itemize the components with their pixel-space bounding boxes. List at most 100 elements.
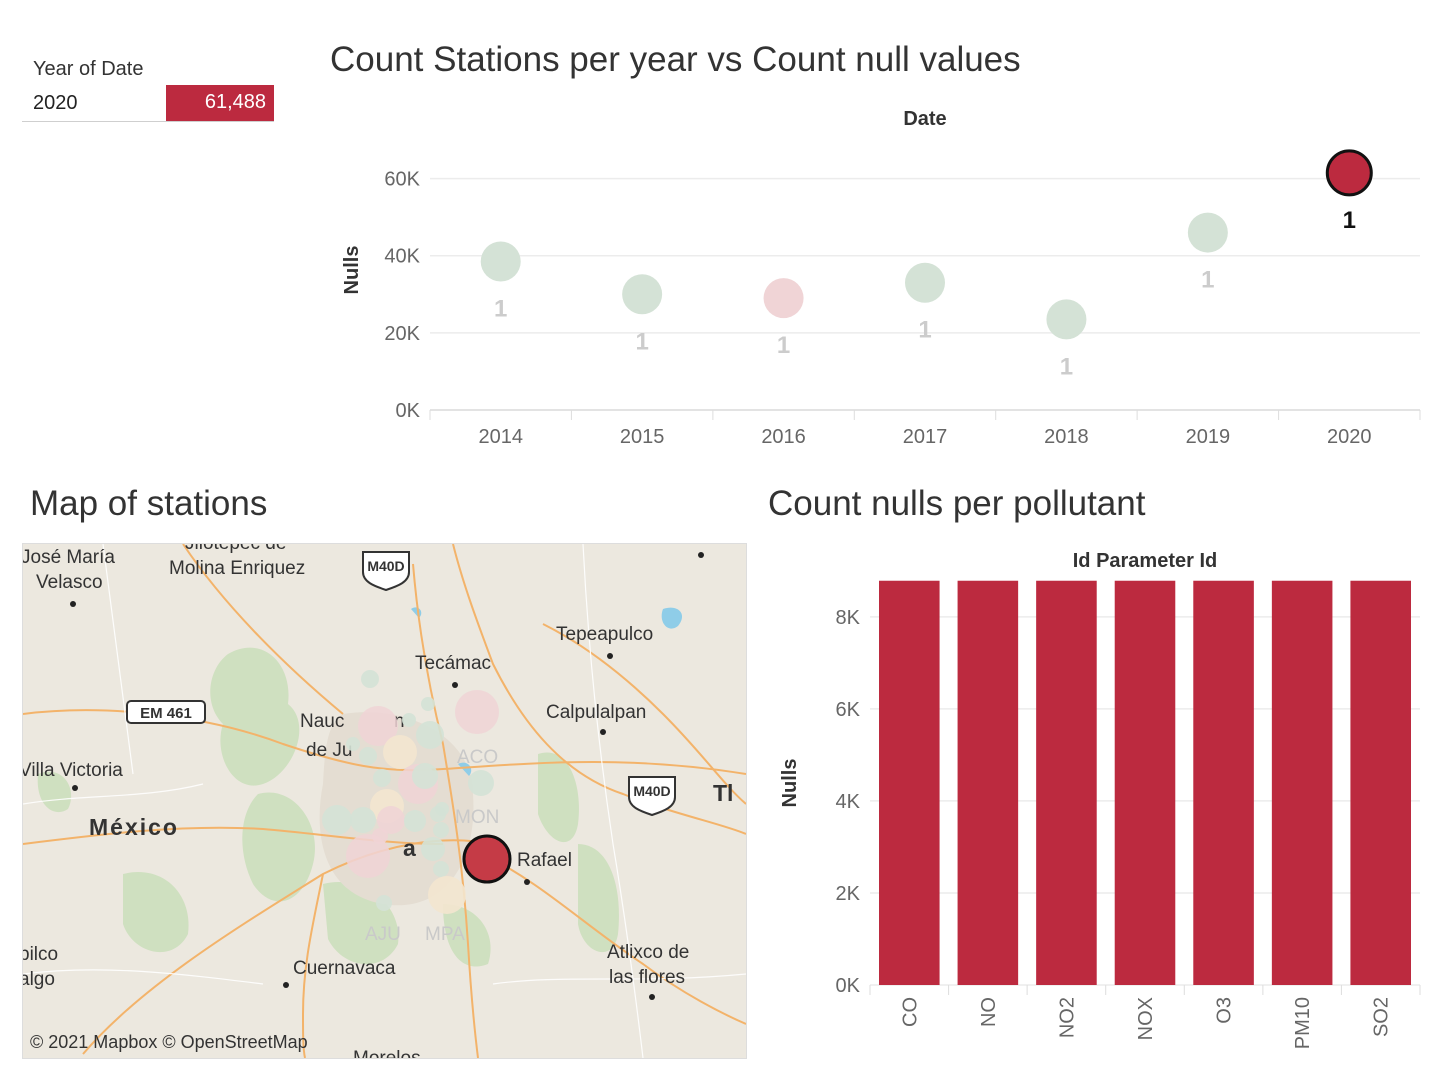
bar[interactable] — [1350, 580, 1411, 985]
place-label: México — [89, 814, 179, 840]
bar[interactable] — [1193, 580, 1254, 985]
station-marker[interactable] — [455, 690, 499, 734]
scatter-point[interactable] — [905, 262, 945, 303]
scatter-point[interactable] — [1187, 212, 1228, 253]
scatter-point[interactable] — [1046, 299, 1087, 340]
lake — [411, 607, 422, 618]
scatter-point[interactable] — [763, 278, 804, 319]
bar[interactable] — [1271, 580, 1333, 985]
y-tick-label: 4K — [836, 791, 861, 813]
scatter-point[interactable] — [1325, 149, 1373, 197]
station-marker[interactable] — [346, 834, 390, 878]
scatter-point-label: 1 — [1060, 353, 1073, 380]
x-tick-label: 2014 — [478, 426, 523, 448]
svg-text:EM 461: EM 461 — [140, 705, 192, 722]
x-tick-label: 2017 — [903, 426, 948, 448]
station-marker[interactable] — [468, 770, 494, 796]
station-label: MPA — [425, 924, 465, 945]
station-marker[interactable] — [433, 822, 449, 838]
station-marker[interactable] — [435, 802, 449, 816]
bar[interactable] — [1036, 580, 1097, 985]
vegetation-area — [578, 844, 619, 953]
station-marker[interactable] — [361, 670, 379, 688]
bars-header: Id Parameter Id — [1073, 550, 1218, 572]
scatter-title: Count Stations per year vs Count null va… — [330, 40, 1021, 79]
vegetation-area — [123, 872, 189, 953]
place-label: Villa Victoria — [23, 760, 123, 781]
station-marker[interactable] — [359, 747, 377, 765]
x-tick-label: NO2 — [1056, 997, 1078, 1038]
bar[interactable] — [879, 580, 940, 985]
place-label: Velasco — [36, 572, 103, 593]
x-tick-label: PM10 — [1292, 997, 1314, 1049]
filter-row-2020[interactable]: 2020 61,488 — [22, 85, 274, 122]
scatter-point-label: 1 — [777, 332, 790, 359]
x-tick-label: 2015 — [620, 426, 665, 448]
y-tick-label: 40K — [384, 246, 420, 268]
map-canvas[interactable]: José María Velasco Jilotepec de Molina E… — [23, 544, 746, 1058]
station-marker[interactable] — [421, 837, 445, 861]
station-marker[interactable] — [428, 876, 466, 914]
filter-row-value: 61,488 — [166, 85, 274, 121]
station-marker[interactable] — [416, 721, 444, 749]
place-label: de Ju — [306, 740, 352, 761]
place-label: algo — [23, 969, 55, 990]
place-label: pilco — [23, 944, 58, 965]
x-tick-label: 2018 — [1044, 426, 1089, 448]
station-label: AJU — [365, 924, 401, 945]
bar[interactable] — [1114, 580, 1176, 985]
x-tick-label: O3 — [1214, 997, 1236, 1024]
place-label: a — [403, 835, 416, 861]
place-label: Cuernavaca — [293, 958, 396, 979]
station-label: ACO — [457, 747, 498, 768]
y-tick-label: 20K — [384, 323, 420, 345]
station-marker[interactable] — [412, 763, 438, 789]
filter-row-label: 2020 — [33, 92, 78, 114]
place-label: Tepeapulco — [556, 624, 653, 645]
station-marker[interactable] — [402, 713, 416, 727]
place-label: las flores — [609, 967, 685, 988]
station-marker[interactable] — [383, 735, 417, 769]
bar[interactable] — [957, 580, 1019, 985]
y-tick-label: 6K — [836, 699, 861, 721]
road-shield: EM 461 — [126, 700, 206, 724]
y-tick-label: 0K — [836, 975, 861, 997]
scatter-ylabel: Nulls — [341, 246, 363, 295]
station-marker[interactable] — [350, 807, 376, 833]
station-marker[interactable] — [376, 895, 392, 911]
bars-title: Count nulls per pollutant — [768, 484, 1146, 523]
x-tick-label: SO2 — [1371, 997, 1393, 1037]
x-tick-label: 2016 — [761, 426, 806, 448]
station-marker[interactable] — [404, 810, 426, 832]
station-label: MON — [455, 807, 499, 828]
place-label: Molina Enriquez — [169, 558, 305, 579]
station-marker-highlighted[interactable] — [462, 834, 512, 884]
stations-map[interactable]: José María Velasco Jilotepec de Molina E… — [22, 543, 747, 1059]
road-shield: M40D — [362, 551, 410, 592]
place-label: José María — [23, 547, 115, 568]
scatter-chart: Date Nulls 0K 20K 40K 60K 2014 2015 2016 2017 2… — [341, 108, 1421, 448]
place-label: Tl — [713, 780, 733, 806]
svg-text:M40D: M40D — [633, 783, 670, 799]
scatter-point[interactable] — [622, 274, 663, 315]
place-label: Tecámac — [415, 653, 491, 674]
scatter-point-label: 1 — [1343, 207, 1356, 234]
scatter-point-label: 1 — [635, 328, 648, 355]
station-marker[interactable] — [346, 737, 360, 751]
station-marker[interactable] — [373, 769, 391, 787]
lake — [661, 607, 683, 629]
road-shield: M40D — [628, 776, 676, 817]
x-tick-label: CO — [899, 997, 921, 1027]
place-label: Morelos — [353, 1048, 421, 1058]
x-tick-label: 2020 — [1327, 426, 1372, 448]
scatter-point[interactable] — [480, 241, 521, 282]
x-tick-label: NO — [978, 997, 1000, 1027]
station-marker[interactable] — [421, 697, 435, 711]
station-marker[interactable] — [433, 861, 449, 877]
x-tick-label: 2019 — [1186, 426, 1231, 448]
vegetation-area — [210, 647, 300, 786]
y-tick-label: 0K — [396, 400, 421, 422]
place-label: Atlixco de — [607, 942, 689, 963]
station-marker[interactable] — [322, 805, 352, 835]
map-title: Map of stations — [30, 484, 268, 523]
